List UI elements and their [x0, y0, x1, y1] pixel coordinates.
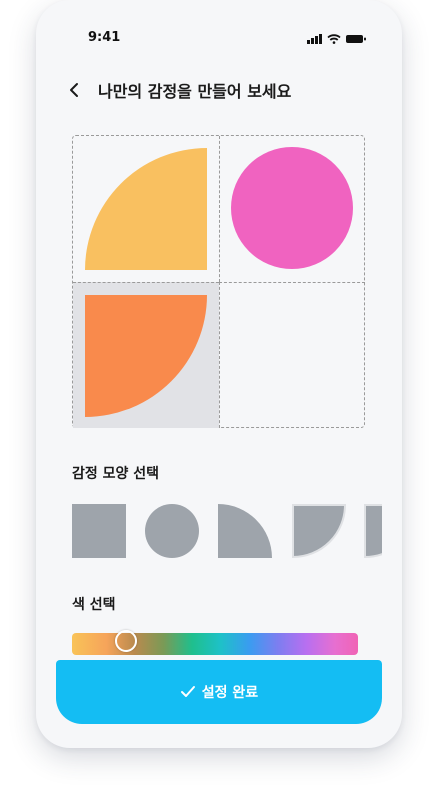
wifi-icon: [327, 34, 341, 44]
shape-option-circle[interactable]: [145, 504, 199, 558]
confirm-button-label: 설정 완료: [201, 685, 259, 701]
phone-frame: 9:41 나만의 감정을 만들어 보세요 감정 모양 선택 색 선택 설정 완료: [36, 0, 402, 748]
canvas-cell-4[interactable]: [219, 282, 365, 428]
status-time: 9:41: [88, 30, 121, 45]
shape-option-square[interactable]: [72, 504, 126, 558]
shape-options: [72, 504, 382, 558]
shape-option-partial[interactable]: [364, 504, 382, 558]
leaf-shape: [85, 295, 207, 417]
shape-option-leaf[interactable]: [292, 504, 346, 558]
confirm-button[interactable]: 설정 완료: [56, 660, 382, 724]
signal-icon: [307, 34, 322, 44]
battery-icon: [346, 35, 366, 43]
chevron-left-icon[interactable]: [64, 80, 84, 100]
shape-section-label: 감정 모양 선택: [72, 466, 160, 482]
circle-shape: [231, 147, 353, 269]
color-slider-thumb[interactable]: [115, 630, 138, 652]
color-section-label: 색 선택: [72, 597, 116, 613]
status-icons: [307, 34, 366, 44]
canvas-cell-3[interactable]: [73, 282, 219, 428]
header: 나만의 감정을 만들어 보세요: [64, 78, 291, 102]
check-icon: [180, 686, 195, 697]
canvas-cell-1[interactable]: [73, 136, 219, 282]
color-slider[interactable]: [72, 630, 358, 655]
shape-option-quarter[interactable]: [218, 504, 272, 558]
canvas-cell-2[interactable]: [219, 136, 365, 282]
quarter-circle-shape: [85, 148, 207, 270]
emotion-canvas-grid: [72, 135, 365, 428]
status-bar: 9:41: [36, 26, 402, 50]
page-title: 나만의 감정을 만들어 보세요: [98, 82, 292, 101]
